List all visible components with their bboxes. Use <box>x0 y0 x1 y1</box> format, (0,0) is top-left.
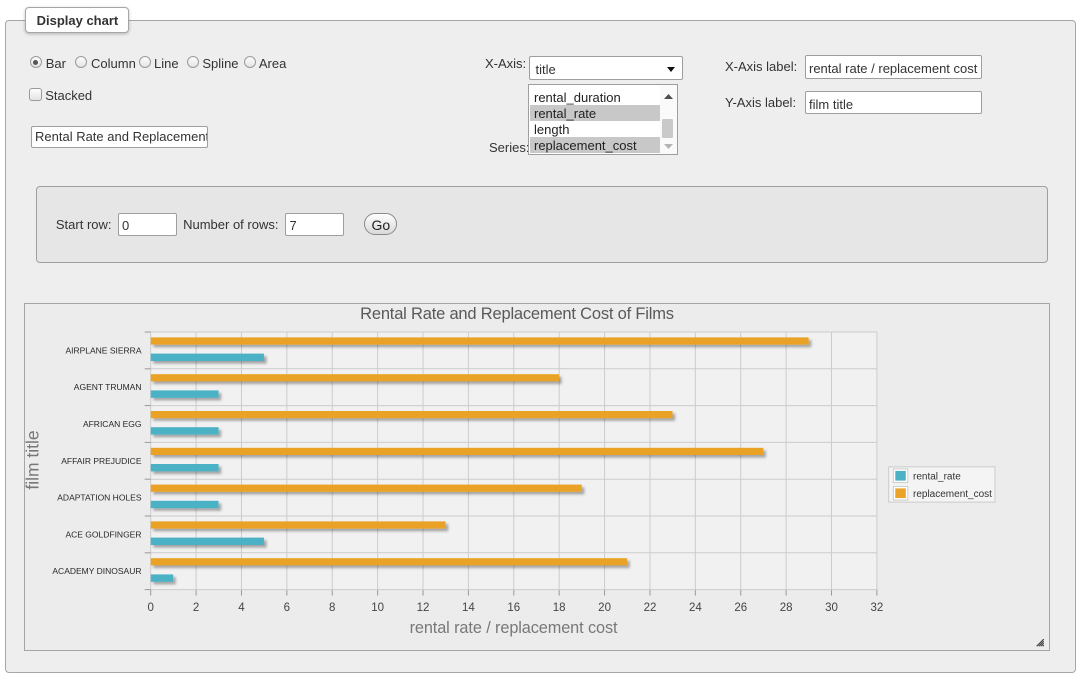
svg-text:AFFAIR PREJUDICE: AFFAIR PREJUDICE <box>61 456 142 466</box>
svg-text:rental_rate: rental_rate <box>913 471 961 482</box>
svg-text:0: 0 <box>147 602 153 614</box>
svg-text:2: 2 <box>192 602 198 614</box>
svg-text:28: 28 <box>779 602 792 614</box>
svg-text:18: 18 <box>552 602 565 614</box>
svg-text:24: 24 <box>688 602 701 614</box>
svg-text:22: 22 <box>643 602 656 614</box>
svg-text:30: 30 <box>825 602 838 614</box>
svg-text:12: 12 <box>416 602 429 614</box>
svg-text:16: 16 <box>507 602 520 614</box>
svg-text:ADAPTATION HOLES: ADAPTATION HOLES <box>57 493 142 503</box>
svg-text:6: 6 <box>283 602 289 614</box>
svg-text:ACE GOLDFINGER: ACE GOLDFINGER <box>65 529 141 539</box>
svg-text:ACADEMY DINOSAUR: ACADEMY DINOSAUR <box>52 566 141 576</box>
svg-text:26: 26 <box>734 602 747 614</box>
svg-text:replacement_cost: replacement_cost <box>913 489 992 500</box>
svg-text:Rental Rate and Replacement Co: Rental Rate and Replacement Cost of Film… <box>360 305 674 323</box>
svg-text:AFRICAN EGG: AFRICAN EGG <box>82 419 141 429</box>
svg-text:10: 10 <box>371 602 384 614</box>
svg-text:4: 4 <box>238 602 245 614</box>
svg-text:8: 8 <box>329 602 335 614</box>
svg-text:20: 20 <box>598 602 611 614</box>
svg-text:film title: film title <box>24 430 43 489</box>
svg-text:AGENT TRUMAN: AGENT TRUMAN <box>73 382 141 392</box>
svg-text:32: 32 <box>870 602 883 614</box>
svg-text:rental rate / replacement cost: rental rate / replacement cost <box>409 619 617 637</box>
svg-text:14: 14 <box>462 602 475 614</box>
svg-text:AIRPLANE SIERRA: AIRPLANE SIERRA <box>65 345 141 355</box>
